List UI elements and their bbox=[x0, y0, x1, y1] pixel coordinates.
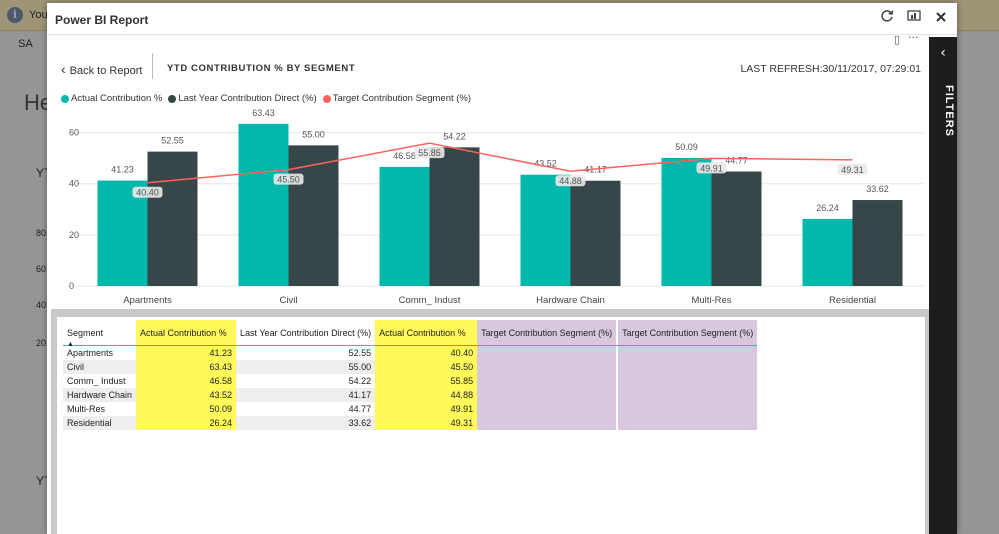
table-cell bbox=[477, 402, 617, 416]
target-data-label: 55.85 bbox=[418, 148, 441, 158]
table-cell: 44.77 bbox=[348, 404, 372, 414]
column-header-actual-2[interactable]: Actual Contribution % bbox=[375, 320, 478, 346]
table-cell: 26.24 bbox=[136, 416, 237, 430]
table-row[interactable]: Civil 63.43 55.00 45.50 bbox=[63, 360, 758, 374]
table-cell-segment: Hardware Chain bbox=[63, 388, 137, 402]
table-cell-segment: Residential bbox=[63, 416, 137, 430]
table-row[interactable]: Apartments 41.23 52.55 40.40 bbox=[63, 345, 758, 360]
table-cell bbox=[618, 416, 758, 430]
target-data-label: 45.50 bbox=[277, 175, 300, 185]
table-cell bbox=[618, 374, 758, 388]
table-cell: 49.31 bbox=[375, 416, 478, 430]
table-cell bbox=[618, 345, 758, 360]
filters-pane[interactable]: ‹ FILTERS bbox=[929, 37, 957, 534]
table-cell: 55.85 bbox=[375, 374, 478, 388]
table-cell: 63.43 bbox=[136, 360, 237, 374]
table-cell: 44.88 bbox=[375, 388, 478, 402]
filters-label: FILTERS bbox=[943, 85, 955, 138]
table-cell bbox=[477, 360, 617, 374]
column-header-target-2[interactable]: Target Contribution Segment (%) bbox=[618, 320, 758, 346]
bar-last-year bbox=[711, 171, 762, 286]
report-modal: Power BI Report ‹ Back to Report YTD CONT… bbox=[47, 3, 957, 534]
x-tick-label: Residential bbox=[829, 295, 876, 306]
bar-actual bbox=[661, 157, 712, 286]
y-tick-label: 0 bbox=[69, 281, 74, 291]
bar-data-label: 46.58 bbox=[393, 151, 416, 161]
target-data-label: 49.91 bbox=[700, 163, 723, 173]
table-cell: 41.17 bbox=[236, 388, 376, 402]
modal-title: Power BI Report bbox=[55, 13, 149, 27]
table-cell bbox=[477, 345, 617, 360]
table-row[interactable]: Multi-Res 50.09 44.77 49.91 bbox=[63, 402, 758, 416]
bar-last-year bbox=[147, 151, 198, 286]
table-row[interactable]: Comm_ Indust 46.58 54.22 55.85 bbox=[63, 374, 758, 388]
table-cell: 55.00 bbox=[236, 360, 376, 374]
table-cell: 45.50 bbox=[375, 360, 478, 374]
bar-data-label: 44.77 bbox=[725, 156, 748, 166]
table-cell-segment: Multi-Res bbox=[67, 404, 106, 414]
table-cell-segment: Apartments bbox=[67, 348, 114, 358]
y-tick-label: 60 bbox=[69, 128, 79, 138]
column-header-target[interactable]: Target Contribution Segment (%) bbox=[477, 320, 617, 346]
table-cell-segment: Civil bbox=[63, 360, 137, 374]
refresh-icon[interactable] bbox=[877, 9, 897, 29]
table-cell: 41.23 bbox=[136, 345, 237, 360]
x-tick-label: Hardware Chain bbox=[536, 295, 605, 306]
column-header-last-year[interactable]: Last Year Contribution Direct (%) bbox=[236, 320, 376, 346]
x-tick-label: Comm_ Indust bbox=[399, 295, 461, 306]
bar-data-label: 33.62 bbox=[866, 184, 889, 194]
contribution-bar-chart: 0 20 40 60 41.23 52.55 Apartments 63.43 55.00 Civ… bbox=[69, 108, 923, 306]
bar-last-year bbox=[570, 180, 621, 286]
table-cell-segment: Comm_ Indust bbox=[67, 376, 126, 386]
chevron-left-icon[interactable]: ‹ bbox=[929, 45, 957, 61]
report-canvas: ‹ Back to Report YTD CONTRIBUTION % BY SE… bbox=[51, 31, 931, 534]
bar-actual bbox=[802, 218, 853, 286]
table-header-row: Segment ▲ Actual Contribution % Last Year… bbox=[63, 320, 758, 348]
table-cell: 49.91 bbox=[375, 402, 478, 416]
close-icon[interactable] bbox=[931, 9, 951, 29]
bar-last-year bbox=[429, 147, 480, 286]
bar-data-label: 41.23 bbox=[111, 165, 134, 175]
modal-header-divider bbox=[47, 34, 957, 35]
bar-actual bbox=[238, 123, 289, 286]
table-cell: 54.22 bbox=[348, 376, 372, 386]
x-tick-label: Apartments bbox=[123, 295, 172, 306]
column-header-segment[interactable]: Segment ▲ bbox=[63, 320, 137, 348]
table-cell bbox=[618, 402, 758, 416]
bar-last-year bbox=[288, 145, 339, 286]
target-data-label: 49.31 bbox=[841, 165, 864, 175]
y-tick-label: 20 bbox=[69, 230, 79, 240]
table-cell bbox=[477, 374, 617, 388]
table-cell bbox=[618, 360, 758, 374]
table-cell: 40.40 bbox=[375, 345, 478, 360]
table-row[interactable]: Residential 26.24 33.62 49.31 bbox=[63, 416, 758, 430]
table-cell: 43.52 bbox=[136, 388, 237, 402]
bar-data-label: 26.24 bbox=[816, 203, 839, 213]
x-tick-label: Multi-Res bbox=[691, 295, 731, 306]
target-data-label: 40.40 bbox=[136, 188, 159, 198]
table-row[interactable]: Hardware Chain 43.52 41.17 44.88 bbox=[63, 388, 758, 402]
table-cell: 50.09 bbox=[136, 402, 237, 416]
y-tick-label: 40 bbox=[69, 179, 79, 189]
column-header-actual[interactable]: Actual Contribution % bbox=[136, 320, 237, 346]
x-tick-label: Civil bbox=[280, 295, 298, 306]
table-cell: 33.62 bbox=[236, 416, 376, 430]
bar-data-label: 52.55 bbox=[161, 136, 184, 146]
table-cell: 46.58 bbox=[136, 374, 237, 388]
table-cell: 52.55 bbox=[348, 348, 372, 358]
sort-ascending-icon: ▲ bbox=[67, 341, 74, 348]
bar-actual bbox=[520, 174, 571, 286]
bar-actual bbox=[379, 166, 430, 286]
bar-last-year bbox=[852, 200, 903, 286]
contribution-table: Segment ▲ Actual Contribution % Last Year… bbox=[63, 320, 758, 430]
table-cell bbox=[618, 388, 758, 402]
window-icon[interactable] bbox=[904, 9, 924, 29]
bar-data-label: 50.09 bbox=[675, 142, 698, 152]
bar-data-label: 54.22 bbox=[443, 131, 466, 141]
table-cell bbox=[477, 416, 617, 430]
table-cell bbox=[477, 388, 617, 402]
bar-data-label: 55.00 bbox=[302, 129, 325, 139]
target-data-label: 44.88 bbox=[559, 176, 582, 186]
bar-data-label: 63.43 bbox=[252, 108, 275, 118]
